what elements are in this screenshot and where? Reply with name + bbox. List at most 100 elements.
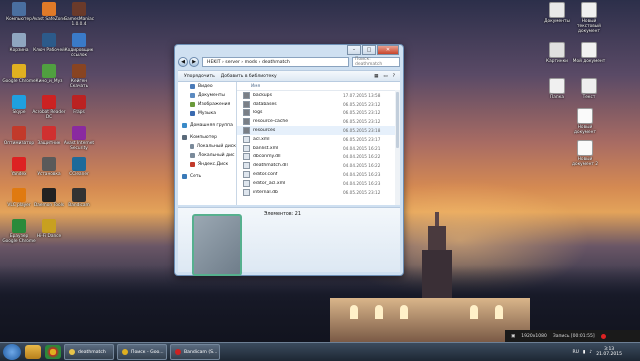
file-row[interactable]: banlist.xml 04.04.2015 16:21 [237,144,400,153]
desktop-icon[interactable]: Yandex [2,157,36,177]
desktop-icon[interactable]: Кейген Скачать [62,64,96,89]
desktop-icon[interactable]: Bandicam [62,188,96,208]
folder-icon [243,109,250,117]
desktop-icon[interactable]: Avast SafeZone [32,2,66,22]
view-options-icon[interactable]: ▦ [374,74,378,79]
breadcrumb-item[interactable]: mods [245,60,258,65]
file-row[interactable]: acl.xml 06.05.2015 23:17 [237,135,400,144]
desktop-icon-image [12,188,26,202]
nav-item-icon [182,135,187,140]
desktop-icon[interactable]: Мой документ [572,42,606,64]
nav-item[interactable]: Сеть [178,172,236,181]
desktop-icon[interactable]: Fraps [62,95,96,115]
address-bar[interactable]: HEKIT › server › mods › deathmatch [202,57,349,67]
desktop-icon[interactable]: Установка [32,157,66,177]
desktop-icon[interactable]: Оптимизатор [2,126,36,146]
desktop-icon[interactable]: Ключ Рабочей [32,33,66,53]
breadcrumb-item[interactable]: deathmatch [262,60,290,65]
file-row[interactable]: backups 17.07.2015 13:58 [237,91,400,100]
nav-item[interactable]: Видео [178,82,236,91]
desktop-icon[interactable]: GamesManiac 1.0.0.4 [62,2,96,27]
taskbar-task[interactable]: Поиск - Goo... [117,344,167,360]
desktop-icon[interactable]: Кино_и_Муз [32,64,66,84]
minimize-button[interactable]: – [347,45,361,55]
nav-item-label: Локальный дис [198,153,235,158]
add-to-library-button[interactable]: Добавить в библиотеку [221,74,277,79]
column-name[interactable]: Имя [251,84,260,89]
navigation-pane: Видео Документы Изображения Музыка Домашняя … [178,82,237,205]
nav-item[interactable]: Локальный диск [178,142,236,151]
back-button[interactable]: ◀ [178,57,188,67]
file-row[interactable]: editor_acl.xml 04.04.2015 16:23 [237,179,400,188]
breadcrumb-item[interactable]: HEKIT [207,60,221,65]
desktop-icon[interactable]: Skype [2,95,36,115]
desktop-icon-label: CCleaner [69,172,89,177]
clock[interactable]: 3:13 21.07.2015 [596,347,622,357]
desktop-icon[interactable]: Папка [540,78,574,100]
close-button[interactable]: ✕ [377,45,399,55]
desktop-icon-label: Кино_и_Муз [35,79,63,84]
volume-icon[interactable]: ♪ [589,350,592,355]
file-row[interactable]: editor.conf 04.04.2015 16:23 [237,170,400,179]
file-row[interactable]: internal.db 06.05.2015 23:12 [237,188,400,197]
desktop-icon[interactable]: Кодировщик ссылок [62,33,96,58]
desktop-icon[interactable]: Google Chrome [2,64,36,84]
desktop-icon[interactable]: Защитник [32,126,66,146]
taskbar-task[interactable]: Bandicam (S... [170,344,220,360]
nav-item[interactable]: Музыка [178,109,236,118]
file-row[interactable]: deathmatch.dll 04.04.2015 16:22 [237,161,400,170]
file-name: resource-cache [253,119,289,125]
desktop-icon[interactable]: Картинки [540,42,574,64]
nav-item[interactable]: Компьютер [178,133,236,142]
desktop-icon[interactable]: VLC player [2,188,36,208]
file-row[interactable]: logs 06.05.2015 23:12 [237,109,400,118]
desktop-icon-image [42,64,56,78]
language-indicator[interactable]: RU [572,350,578,355]
file-name: backups [253,92,272,98]
desktop-icon[interactable]: Браузер Google Chrome [2,219,36,244]
desktop-icon[interactable]: Новый текстовый документ [572,2,606,34]
maximize-button[interactable]: □ [362,45,376,55]
column-header[interactable]: Имя [237,82,400,91]
file-row[interactable]: databases 06.05.2015 23:12 [237,100,400,109]
start-button[interactable] [3,344,21,360]
explorer-window[interactable]: – □ ✕ ◀ ▶ HEKIT › server › mods › deathm… [174,44,404,276]
vertical-scrollbar[interactable] [395,90,400,205]
desktop-icon[interactable]: Текст [572,78,606,100]
nav-item[interactable]: Яндекс.Диск [178,160,236,169]
desktop-icon[interactable]: Документы [540,2,574,24]
nav-item[interactable]: Домашняя группа [178,121,236,130]
nav-item[interactable]: Изображения [178,100,236,109]
desktop-icon[interactable]: Корзина [2,33,36,53]
chrome-pinned-icon[interactable] [45,345,61,359]
taskbar-task[interactable]: deathmatch [64,344,114,360]
desktop-icon[interactable]: Новый документ 2 [568,140,602,167]
desktop-icon[interactable]: Hi-Fi Dance [32,219,66,239]
desktop-icon-label: VLC player [7,203,31,208]
search-input[interactable]: Поиск: deathmatch [352,57,400,67]
desktop-icon[interactable]: Daemon Tools [32,188,66,208]
tower-top [428,226,446,252]
breadcrumb-item[interactable]: server [225,60,240,65]
desktop-icon[interactable]: Новый документ [568,108,602,135]
desktop-icon[interactable]: CCleaner [62,157,96,177]
file-row[interactable]: resource-cache 06.05.2015 23:12 [237,117,400,126]
file-row[interactable]: resources 06.05.2015 23:18 [237,126,400,135]
desktop-icon[interactable]: Компьютер [2,2,36,22]
desktop-icon[interactable]: Acrobat Reader DC [32,95,66,120]
file-icon [243,179,250,187]
network-icon[interactable]: ▮ [583,350,585,355]
forward-button[interactable]: ▶ [189,57,199,67]
organize-button[interactable]: Упорядочить [184,74,215,79]
file-row[interactable]: dbconmy.dll 04.04.2015 16:22 [237,153,400,162]
desktop-icon[interactable]: Avast Internet Security [62,126,96,151]
window-titlebar[interactable]: – □ ✕ [175,45,403,57]
preview-pane-icon[interactable]: ▭ [383,74,387,79]
nav-item[interactable]: Документы [178,91,236,100]
explorer-pinned-icon[interactable] [25,345,41,359]
desktop-icon-image [549,78,565,94]
desktop-icon-image [42,33,56,47]
scrollbar-thumb[interactable] [396,92,399,148]
help-icon[interactable]: ? [393,74,395,79]
nav-item[interactable]: Локальный дис [178,151,236,160]
